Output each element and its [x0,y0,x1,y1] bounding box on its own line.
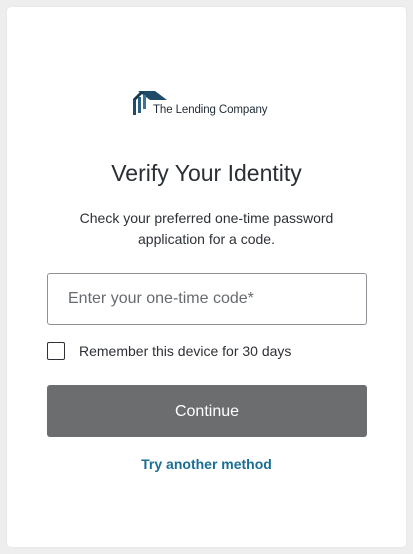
try-another-method-link[interactable]: Try another method [7,456,406,472]
page-title: Verify Your Identity [111,160,302,186]
instructions-text: Check your preferred one-time password a… [79,210,334,247]
remember-device-option[interactable]: Remember this device for 30 days [47,341,291,361]
logo-text: The Lending Company [153,104,268,116]
continue-button[interactable]: Continue [47,385,367,437]
login-card: The Lending Company Verify Your Identity… [7,7,406,547]
one-time-code-input[interactable] [47,273,367,325]
remember-device-checkbox[interactable] [47,342,65,360]
remember-device-label: Remember this device for 30 days [79,343,292,359]
company-logo: The Lending Company [131,84,281,124]
